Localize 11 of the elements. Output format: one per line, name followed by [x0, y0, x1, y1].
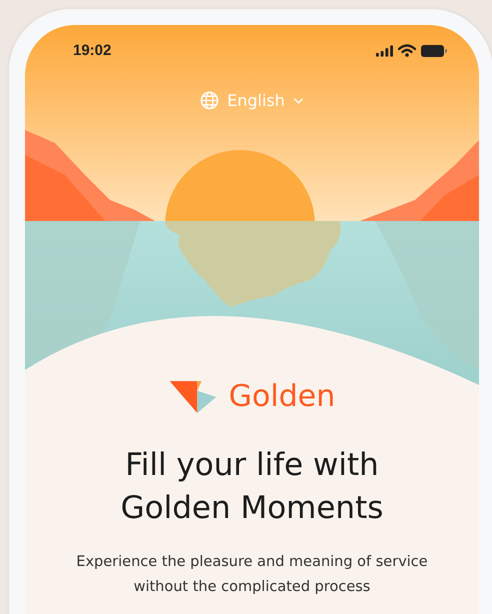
- battery-icon: [421, 44, 447, 56]
- headline: Fill your life with Golden Moments: [120, 446, 384, 528]
- status-time: 19:02: [73, 42, 112, 59]
- signal-icon: [376, 44, 393, 56]
- logo-icon: [168, 378, 217, 414]
- chevron-down-icon: [292, 96, 304, 104]
- language-selector[interactable]: English: [196, 89, 308, 112]
- description: Experience the pleasure and meaning of service without the complicated process: [75, 553, 429, 597]
- brand-name: Golden: [228, 378, 336, 414]
- wifi-icon: [398, 44, 416, 57]
- globe-icon: [200, 91, 220, 110]
